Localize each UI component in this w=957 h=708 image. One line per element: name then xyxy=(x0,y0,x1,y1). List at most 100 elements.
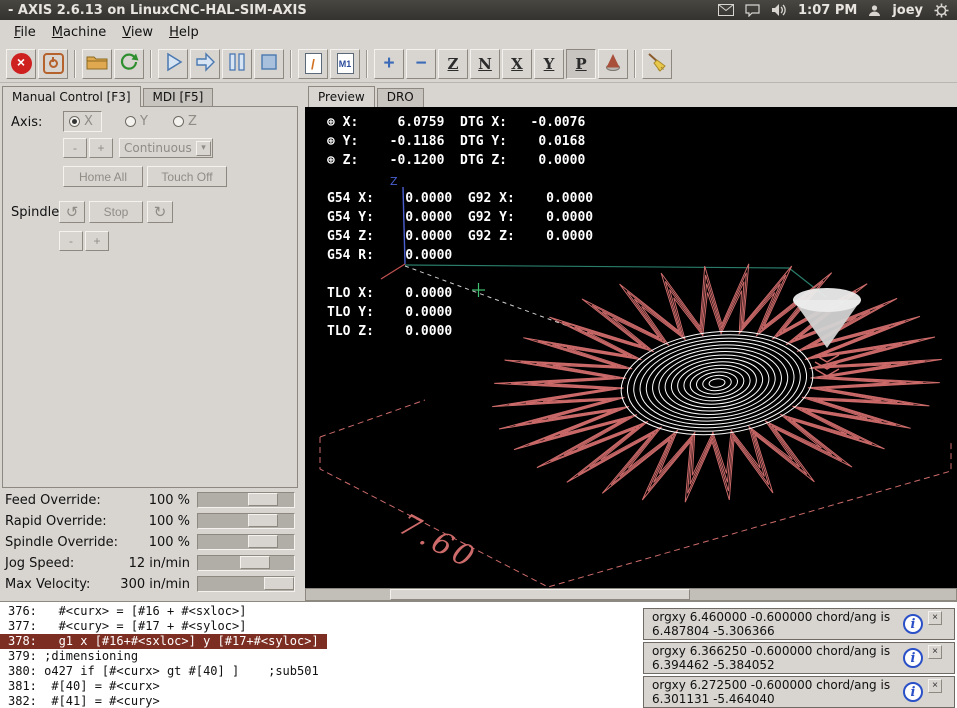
spindle-ccw-button[interactable]: ↺ xyxy=(59,201,85,223)
slider-row: Spindle Override: 100 % xyxy=(0,532,298,553)
tab-preview[interactable]: Preview xyxy=(308,86,375,107)
tab-manual-control[interactable]: Manual Control [F3] xyxy=(2,86,141,107)
tab-dro[interactable]: DRO xyxy=(377,88,424,107)
view-rotated-top-button[interactable]: N xyxy=(470,49,500,79)
gcode-line[interactable]: 377: #<cury> = [#17 + #<syloc>] xyxy=(0,619,254,634)
gcode-line-text: ;dimensioning xyxy=(37,649,138,663)
rotate-mode-button[interactable] xyxy=(598,49,628,79)
slider-track[interactable] xyxy=(197,534,295,550)
chat-icon[interactable] xyxy=(745,4,760,17)
slider-value: 100 % xyxy=(0,493,190,508)
gcode-line[interactable]: 379: ;dimensioning xyxy=(0,649,146,664)
gcode-line-number: 380: xyxy=(8,664,37,678)
pause-program-button[interactable] xyxy=(222,49,252,79)
open-file-button[interactable] xyxy=(82,49,112,79)
slider-thumb[interactable] xyxy=(248,493,278,506)
view-top-icon: Z xyxy=(448,55,459,73)
gcode-line-number: 382: xyxy=(8,694,37,708)
machine-power-button[interactable] xyxy=(38,49,68,79)
jog-plus-button[interactable]: + xyxy=(89,138,113,158)
preview-hscrollbar[interactable] xyxy=(305,588,957,601)
slider-thumb[interactable] xyxy=(248,514,278,527)
run-step-button[interactable] xyxy=(190,49,220,79)
spindle-minus-button[interactable]: - xyxy=(59,231,83,251)
view-top-button[interactable]: Z xyxy=(438,49,468,79)
gcode-line-text: g1 x [#16+#<sxloc>] y [#17+#<syloc>] xyxy=(37,634,319,648)
gcode-line[interactable]: 376: #<curx> = [#16 + #<sxloc>] xyxy=(0,604,254,619)
slider-value: 300 in/min xyxy=(0,577,190,592)
slider-track[interactable] xyxy=(197,555,295,571)
user-icon xyxy=(868,4,881,17)
gear-icon[interactable] xyxy=(934,3,949,18)
notification-close-button[interactable]: × xyxy=(928,611,942,625)
titlebar[interactable]: - AXIS 2.6.13 on LinuxCNC-HAL-SIM-AXIS 1… xyxy=(0,0,957,20)
mail-icon[interactable] xyxy=(718,4,734,16)
view-side-button[interactable]: X xyxy=(502,49,532,79)
gcode-line[interactable]: 378: g1 x [#16+#<sxloc>] y [#17+#<syloc>… xyxy=(0,634,327,649)
slider-thumb[interactable] xyxy=(248,535,278,548)
slider-track[interactable] xyxy=(197,576,295,592)
gcode-line[interactable]: 381: #[40] = #<curx> xyxy=(0,679,168,694)
optional-pause-button[interactable]: M1 xyxy=(330,49,360,79)
axis-x-label: X xyxy=(84,114,93,129)
radio-icon xyxy=(173,116,184,127)
slider-track[interactable] xyxy=(197,513,295,529)
gcode-line[interactable]: 382: #[41] = #<cury> xyxy=(0,694,168,708)
gcode-line-number: 378: xyxy=(8,634,37,648)
spindle-ccw-icon: ↺ xyxy=(66,203,79,221)
info-icon: i xyxy=(903,682,923,702)
gcode-line-text: #[41] = #<cury> xyxy=(37,694,160,708)
slider-thumb[interactable] xyxy=(264,577,294,590)
view-perspective-button[interactable]: P xyxy=(566,49,596,79)
slider-track[interactable] xyxy=(197,492,295,508)
gcode-line[interactable]: 380: o427 if [#<curx> gt #[40] ] ;sub501 xyxy=(0,664,327,679)
axis-radio-y[interactable]: Y xyxy=(125,114,148,129)
tab-mdi[interactable]: MDI [F5] xyxy=(143,88,214,107)
notification-close-button[interactable]: × xyxy=(928,645,942,659)
run-program-button[interactable] xyxy=(158,49,188,79)
estop-button[interactable]: × xyxy=(6,49,36,79)
slider-row: Jog Speed: 12 in/min xyxy=(0,553,298,574)
username[interactable]: joey xyxy=(892,3,923,18)
zoom-in-button[interactable]: + xyxy=(374,49,404,79)
spindle-cw-button[interactable]: ↻ xyxy=(147,201,173,223)
volume-icon[interactable] xyxy=(771,3,787,17)
view-front-button[interactable]: Y xyxy=(534,49,564,79)
toolbar-separator xyxy=(150,50,152,78)
notification-text: orgxy 6.366250 -0.600000 chord/ang is 6.… xyxy=(652,644,898,672)
slider-value: 100 % xyxy=(0,535,190,550)
optional-stop-icon: M1 xyxy=(337,53,354,74)
slider-thumb[interactable] xyxy=(240,556,270,569)
menu-item[interactable]: Help xyxy=(161,22,207,43)
spindle-cw-icon: ↻ xyxy=(154,203,167,221)
notification: orgxy 6.460000 -0.600000 chord/ang is 6.… xyxy=(643,608,955,640)
slider-row: Rapid Override: 100 % xyxy=(0,511,298,532)
stop-program-button[interactable] xyxy=(254,49,284,79)
view-side-icon: X xyxy=(511,55,523,73)
preview-pane[interactable]: 7.60Z ⊕ X: 6.0759 DTG X: -0.0076 ⊕ Y: -0… xyxy=(305,107,957,588)
reload-file-button[interactable] xyxy=(114,49,144,79)
jog-mode-dropdown[interactable]: Continuous ▾ xyxy=(119,138,213,158)
axis-label: Axis: xyxy=(11,115,42,130)
axis-radio-x[interactable]: X xyxy=(63,111,102,132)
scrollbar-thumb[interactable] xyxy=(390,589,690,600)
touch-off-button[interactable]: Touch Off xyxy=(147,166,227,187)
jog-mode-value: Continuous xyxy=(124,141,192,155)
home-all-button[interactable]: Home All xyxy=(63,166,143,187)
skip-lines-button[interactable]: / xyxy=(298,49,328,79)
jog-minus-button[interactable]: - xyxy=(63,138,87,158)
step-arrow-icon xyxy=(193,50,217,77)
notification: orgxy 6.366250 -0.600000 chord/ang is 6.… xyxy=(643,642,955,674)
toolbar-separator xyxy=(634,50,636,78)
spindle-stop-button[interactable]: Stop xyxy=(89,201,143,223)
zoom-out-button[interactable]: − xyxy=(406,49,436,79)
clock[interactable]: 1:07 PM xyxy=(798,3,857,18)
menu-item[interactable]: View xyxy=(114,22,161,43)
clear-plot-button[interactable] xyxy=(642,49,672,79)
menu-item[interactable]: Machine xyxy=(44,22,114,43)
axis-radio-z[interactable]: Z xyxy=(173,114,197,129)
notification-stack: orgxy 6.460000 -0.600000 chord/ang is 6.… xyxy=(643,608,955,708)
notification-close-button[interactable]: × xyxy=(928,679,942,693)
menu-item[interactable]: File xyxy=(6,22,44,43)
spindle-plus-button[interactable]: + xyxy=(85,231,109,251)
